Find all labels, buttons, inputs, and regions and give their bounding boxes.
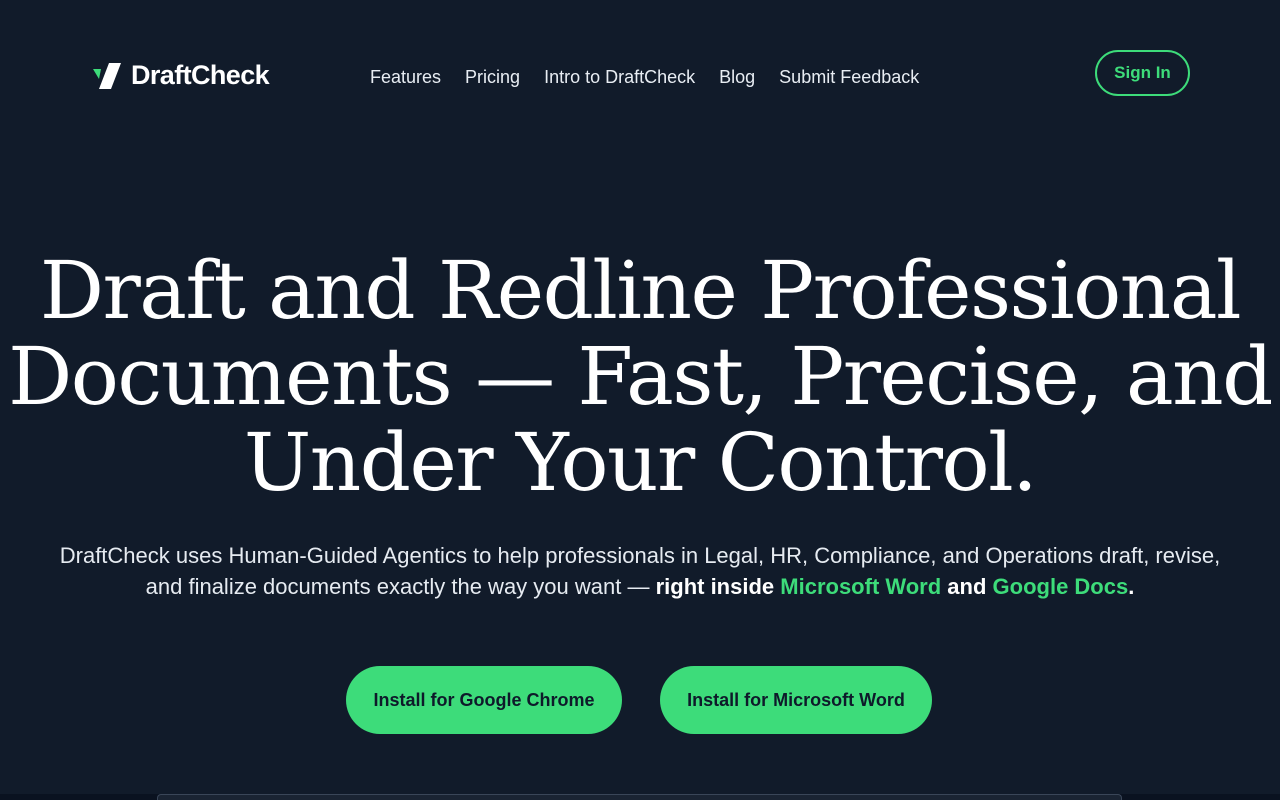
hero-title-line-2: Documents — Fast, Precise, and	[8, 330, 1273, 423]
install-word-button[interactable]: Install for Microsoft Word	[660, 666, 932, 734]
nav-pricing[interactable]: Pricing	[465, 65, 520, 89]
hero-subtitle-end: .	[1128, 574, 1135, 599]
main-nav: Features Pricing Intro to DraftCheck Blo…	[370, 65, 919, 89]
install-chrome-button[interactable]: Install for Google Chrome	[346, 666, 622, 734]
hero-title: Draft and Redline Professional Documents…	[0, 248, 1280, 506]
brand-name: DraftCheck	[131, 60, 270, 90]
hero-subtitle-bold-2: and	[941, 574, 993, 599]
microsoft-word-highlight: Microsoft Word	[780, 574, 942, 599]
nav-blog[interactable]: Blog	[719, 65, 755, 89]
google-docs-highlight: Google Docs	[992, 574, 1129, 599]
hero-title-line-3: Under Your Control.	[243, 416, 1038, 509]
nav-intro[interactable]: Intro to DraftCheck	[544, 65, 695, 89]
product-preview-frame	[157, 794, 1122, 800]
brand-logo[interactable]: DraftCheck	[91, 60, 270, 91]
sign-in-button[interactable]: Sign In	[1095, 50, 1190, 96]
draftcheck-logo-icon	[91, 61, 125, 91]
hero-subtitle-bold-1: right inside	[655, 574, 781, 599]
nav-features[interactable]: Features	[370, 65, 441, 89]
hero-subtitle: DraftCheck uses Human-Guided Agentics to…	[40, 540, 1240, 602]
nav-submit-feedback[interactable]: Submit Feedback	[779, 65, 919, 89]
hero-title-line-1: Draft and Redline Professional	[39, 244, 1242, 337]
